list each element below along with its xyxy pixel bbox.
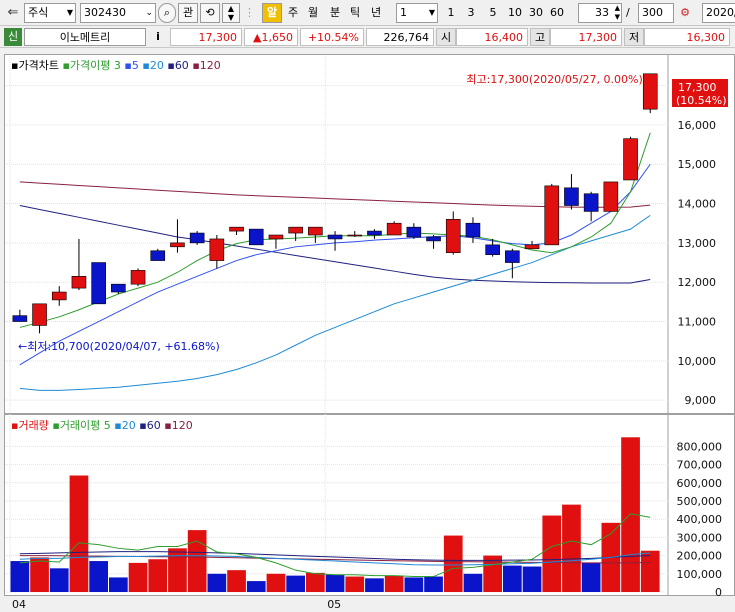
period-week[interactable]: 주 bbox=[284, 3, 302, 23]
low-label: 저 bbox=[624, 28, 644, 46]
al-button[interactable]: 알 bbox=[262, 3, 282, 23]
info-button[interactable]: i bbox=[150, 28, 166, 46]
chevron-down-icon: ⌄ bbox=[145, 8, 153, 18]
low-price: 16,300 bbox=[644, 28, 730, 46]
open-price: 16,400 bbox=[456, 28, 528, 46]
date-tick-label: 05 bbox=[327, 598, 341, 611]
period-year[interactable]: 년 bbox=[367, 3, 385, 23]
new-listing-badge: 신 bbox=[4, 28, 22, 46]
total-input[interactable]: 300 bbox=[638, 3, 674, 23]
quote-bar: 신 이노메트리 i 17,300 ▲1,650 +10.54% 226,764 … bbox=[0, 26, 735, 48]
high-label: 고 bbox=[530, 28, 550, 46]
interval-select[interactable]: 1 ▼ bbox=[396, 3, 438, 23]
quick-interval-1[interactable]: 1 bbox=[442, 3, 460, 23]
high-price: 17,300 bbox=[550, 28, 622, 46]
search-button[interactable]: ⌕ bbox=[158, 3, 176, 23]
quick-interval-3[interactable]: 3 bbox=[462, 3, 480, 23]
quick-interval-10[interactable]: 10 bbox=[505, 3, 525, 23]
trade-volume: 226,764 bbox=[366, 28, 434, 46]
price-change-pct: +10.54% bbox=[300, 28, 364, 46]
period-tick[interactable]: 틱 bbox=[346, 3, 364, 23]
count-separator: / bbox=[626, 6, 630, 19]
code-input[interactable]: 302430 ⌄ bbox=[80, 3, 156, 23]
price-change: ▲1,650 bbox=[244, 28, 298, 46]
settings-icon[interactable]: ⚙ bbox=[676, 3, 694, 23]
refresh-icon: ⟲ bbox=[205, 6, 215, 19]
updown-button[interactable]: ▲ ▼ bbox=[222, 3, 240, 23]
toolbar: ⇐ 주식 ▼ 302430 ⌄ ⌕ 관 ⟲ ▲ ▼ ⋮ 알 주 월 분 틱 년 1 ▼ … bbox=[0, 0, 735, 26]
legend-volume-ma60: ▪60 bbox=[139, 419, 161, 432]
gwan-button[interactable]: 관 bbox=[178, 3, 198, 23]
market-select[interactable]: 주식 ▼ bbox=[24, 3, 76, 23]
chevron-down-icon: ▼ bbox=[428, 8, 435, 17]
legend-price-ma5: ▪5 bbox=[124, 59, 139, 72]
legend-volume-ma120: ▪120 bbox=[164, 419, 193, 432]
back-arrow-icon[interactable]: ⇐ bbox=[4, 3, 22, 23]
code-input-value: 302430 bbox=[84, 6, 126, 19]
volume-legend: ▪거래량 ▪거래이평 5 ▪20 ▪60 ▪120 bbox=[11, 417, 193, 433]
search-icon: ⌕ bbox=[163, 6, 171, 19]
market-select-value: 주식 bbox=[28, 6, 49, 19]
legend-price-ma60: ▪60 bbox=[167, 59, 189, 72]
refresh-button[interactable]: ⟲ bbox=[200, 3, 220, 23]
spin-icon: ▲ ▼ bbox=[614, 4, 620, 21]
open-label: 시 bbox=[436, 28, 456, 46]
current-price: 17,300 bbox=[170, 28, 242, 46]
legend-price-ma3: ▪가격이평 3 bbox=[62, 59, 121, 72]
legend-price-ma20: ▪20 bbox=[142, 59, 164, 72]
more-icon: ⋮ bbox=[244, 6, 255, 19]
count-value: 33 bbox=[595, 6, 609, 19]
volume-panel[interactable]: ▪거래량 ▪거래이평 5 ▪20 ▪60 ▪120 bbox=[4, 414, 735, 596]
legend-volume-ma20: ▪20 bbox=[114, 419, 136, 432]
quick-interval-5[interactable]: 5 bbox=[484, 3, 502, 23]
quick-interval-30[interactable]: 30 bbox=[526, 3, 546, 23]
legend-volume-ma5: ▪거래이평 5 bbox=[52, 419, 111, 432]
legend-volume: ▪거래량 bbox=[11, 419, 49, 432]
quick-interval-60[interactable]: 60 bbox=[547, 3, 567, 23]
count-input[interactable]: 33 ▲ ▼ bbox=[578, 3, 622, 23]
legend-price-chart: ▪가격차트 bbox=[11, 59, 59, 72]
date-tick-label: 04 bbox=[12, 598, 26, 611]
chart-window: ⇐ 주식 ▼ 302430 ⌄ ⌕ 관 ⟲ ▲ ▼ ⋮ 알 주 월 분 틱 년 1 ▼ … bbox=[0, 0, 735, 612]
price-legend: ▪가격차트 ▪가격이평 3 ▪5 ▪20 ▪60 ▪120 bbox=[11, 57, 221, 73]
chevron-down-icon: ▼ bbox=[66, 8, 73, 17]
interval-value: 1 bbox=[400, 6, 407, 19]
stepper-icon: ▲ ▼ bbox=[227, 4, 235, 22]
period-minute[interactable]: 분 bbox=[326, 3, 344, 23]
stock-name[interactable]: 이노메트리 bbox=[24, 28, 146, 46]
price-panel[interactable]: ▪가격차트 ▪가격이평 3 ▪5 ▪20 ▪60 ▪120 bbox=[4, 54, 735, 414]
date-input[interactable]: 2020/0 bbox=[702, 3, 735, 23]
legend-price-ma120: ▪120 bbox=[192, 59, 221, 72]
period-month[interactable]: 월 bbox=[304, 3, 322, 23]
